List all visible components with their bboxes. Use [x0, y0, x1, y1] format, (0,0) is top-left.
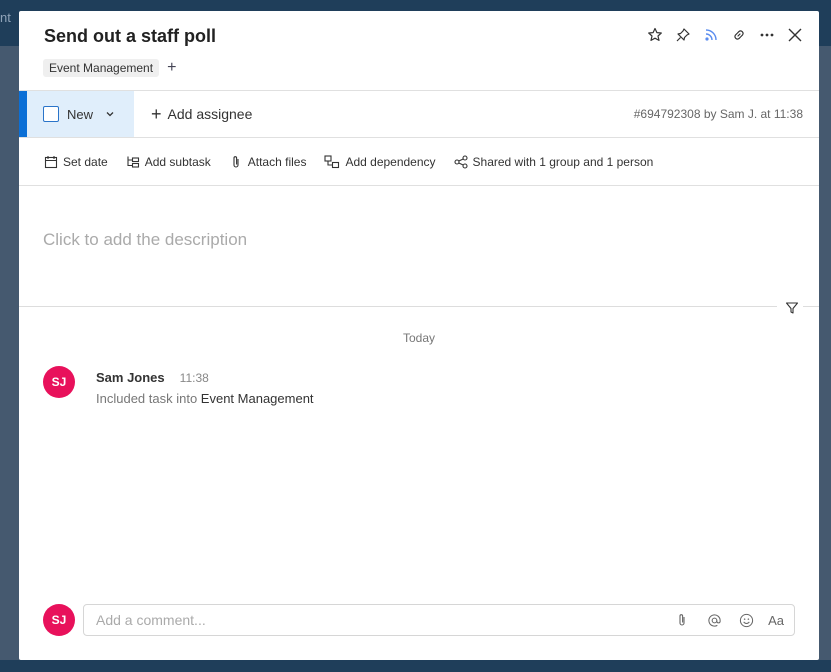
task-title[interactable]: Send out a staff poll	[44, 26, 216, 47]
comment-box[interactable]: Aa	[83, 604, 795, 636]
attach-icon[interactable]	[672, 610, 692, 630]
app-footer-background	[0, 660, 831, 672]
add-assignee-button[interactable]: + Add assignee	[151, 105, 252, 123]
attach-files-label: Attach files	[247, 154, 307, 169]
add-tag-button[interactable]: +	[167, 60, 176, 76]
more-icon[interactable]	[757, 25, 777, 45]
add-dependency-button[interactable]: Add dependency	[324, 154, 436, 169]
status-dropdown[interactable]: New	[19, 91, 134, 137]
day-label: Today	[402, 331, 436, 345]
shared-label: Shared with 1 group and 1 person	[472, 154, 654, 169]
activity-description: Included task into	[96, 391, 201, 406]
add-subtask-button[interactable]: Add subtask	[126, 155, 211, 169]
avatar[interactable]: SJ	[43, 366, 75, 398]
rss-icon[interactable]	[701, 25, 721, 45]
header-actions	[645, 25, 805, 45]
task-modal: Send out a staff poll Event Management +…	[19, 11, 819, 660]
task-toolbar: Set date Add subtask Attach files Add de…	[19, 138, 819, 186]
close-icon[interactable]	[785, 25, 805, 45]
attach-files-button[interactable]: Attach files	[229, 154, 307, 169]
comment-composer: SJ Aa	[43, 604, 795, 636]
filter-icon[interactable]	[782, 298, 802, 318]
activity-item: SJ Sam Jones 11:38 Included task into Ev…	[43, 366, 314, 406]
emoji-icon[interactable]	[736, 610, 756, 630]
current-user-avatar: SJ	[43, 604, 75, 636]
add-assignee-label: Add assignee	[167, 106, 253, 122]
share-button[interactable]: Shared with 1 group and 1 person	[453, 154, 654, 169]
activity-text: Included task into Event Management	[96, 391, 314, 406]
mention-icon[interactable]	[704, 610, 724, 630]
status-bar: New + Add assignee #694792308 by Sam J. …	[19, 90, 819, 138]
divider	[803, 306, 819, 307]
complete-checkbox[interactable]	[43, 106, 59, 122]
star-icon[interactable]	[645, 25, 665, 45]
share-icon	[453, 154, 468, 169]
activity-folder-link[interactable]: Event Management	[201, 391, 314, 406]
activity-author[interactable]: Sam Jones	[96, 370, 165, 385]
paperclip-icon	[233, 155, 239, 168]
description-field[interactable]: Click to add the description	[43, 230, 247, 250]
status-label: New	[67, 106, 94, 122]
link-icon[interactable]	[729, 25, 749, 45]
dependency-icon	[324, 154, 340, 168]
background-text: nt	[0, 10, 11, 25]
set-date-button[interactable]: Set date	[44, 155, 108, 169]
tag-list: Event Management +	[43, 59, 176, 77]
task-meta: #694792308 by Sam J. at 11:38	[633, 107, 803, 121]
calendar-icon	[44, 155, 58, 168]
subtask-icon	[127, 156, 139, 168]
divider	[19, 306, 777, 307]
add-subtask-label: Add subtask	[144, 154, 211, 169]
text-format-button[interactable]: Aa	[768, 613, 784, 628]
tag-event-management[interactable]: Event Management	[43, 59, 160, 77]
chevron-down-icon	[106, 112, 114, 117]
comment-input[interactable]	[96, 612, 673, 628]
add-dependency-label: Add dependency	[345, 154, 436, 169]
activity-time: 11:38	[179, 371, 209, 385]
set-date-label: Set date	[63, 154, 108, 169]
plus-icon: +	[151, 104, 162, 124]
pin-icon[interactable]	[673, 25, 693, 45]
